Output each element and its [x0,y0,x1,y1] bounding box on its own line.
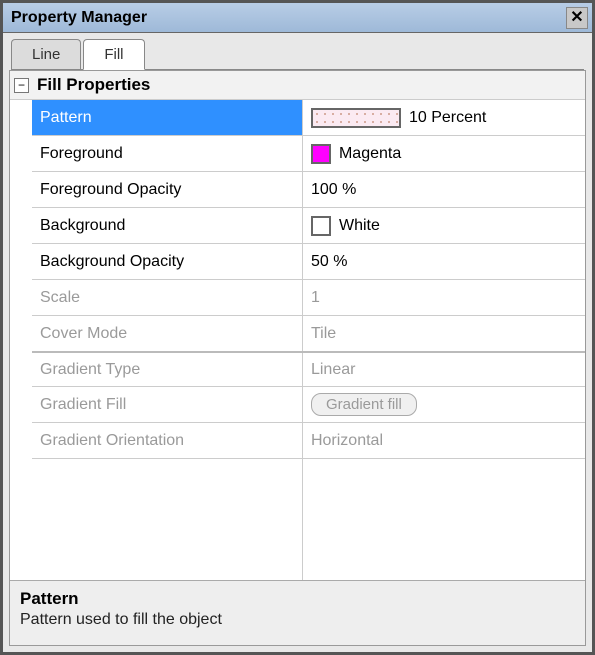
pattern-swatch-icon [311,108,401,128]
tabstrip: Line Fill [3,33,592,69]
prop-label: Scale [32,280,303,315]
prop-value: 1 [303,280,585,315]
prop-value: Linear [303,353,585,386]
prop-value: Gradient fill [303,387,585,422]
prop-value-text: 50 % [311,253,347,271]
prop-value-pattern[interactable]: 10 Percent [303,100,585,135]
prop-value-text: 10 Percent [409,109,486,127]
prop-row-gradient-type: Gradient Type Linear [32,351,585,387]
prop-value-text: Magenta [339,145,401,163]
prop-label: Foreground Opacity [32,172,303,207]
prop-value-empty [303,459,585,580]
collapse-toggle[interactable]: − [14,78,29,93]
prop-value: Tile [303,316,585,351]
prop-label-empty [32,459,303,580]
prop-row-gradient-fill: Gradient Fill Gradient fill [32,387,585,423]
color-swatch-icon [311,144,331,164]
close-icon: ✕ [570,10,583,26]
prop-row-foreground[interactable]: Foreground Magenta [32,136,585,172]
prop-label: Background [32,208,303,243]
prop-label: Pattern [32,100,303,135]
prop-row-background[interactable]: Background White [32,208,585,244]
prop-value-text: Tile [311,325,336,343]
description-title: Pattern [20,589,575,609]
prop-value-background[interactable]: White [303,208,585,243]
color-swatch-icon [311,216,331,236]
prop-row-empty [32,459,585,580]
close-button[interactable]: ✕ [566,7,588,29]
prop-value-text: White [339,217,380,235]
section-header: − Fill Properties [10,71,585,100]
prop-row-foreground-opacity[interactable]: Foreground Opacity 100 % [32,172,585,208]
prop-row-pattern[interactable]: Pattern 10 Percent [32,100,585,136]
content-outer: − Fill Properties Pattern 10 Percent For… [3,70,592,652]
prop-label: Gradient Type [32,353,303,386]
tab-fill[interactable]: Fill [83,39,144,70]
prop-value[interactable]: 50 % [303,244,585,279]
prop-row-gradient-orientation: Gradient Orientation Horizontal [32,423,585,459]
content: − Fill Properties Pattern 10 Percent For… [9,70,586,646]
prop-label: Background Opacity [32,244,303,279]
description-pane: Pattern Pattern used to fill the object [10,580,585,645]
prop-row-background-opacity[interactable]: Background Opacity 50 % [32,244,585,280]
tab-line[interactable]: Line [11,39,81,69]
prop-label: Cover Mode [32,316,303,351]
prop-label: Gradient Orientation [32,423,303,458]
prop-label: Foreground [32,136,303,171]
property-grid: Pattern 10 Percent Foreground Magenta Fo… [10,100,585,580]
prop-value-foreground[interactable]: Magenta [303,136,585,171]
prop-row-scale: Scale 1 [32,280,585,316]
property-manager-window: Property Manager ✕ Line Fill − Fill Prop… [0,0,595,655]
section-title: Fill Properties [37,75,150,95]
prop-row-cover-mode: Cover Mode Tile [32,316,585,352]
prop-value-text: Horizontal [311,432,383,450]
description-text: Pattern used to fill the object [20,611,575,629]
prop-value: Horizontal [303,423,585,458]
prop-value-text: 1 [311,289,320,307]
prop-value-text: Linear [311,361,355,379]
prop-label: Gradient Fill [32,387,303,422]
gradient-fill-button: Gradient fill [311,393,417,416]
minus-icon: − [18,79,25,91]
prop-value[interactable]: 100 % [303,172,585,207]
prop-value-text: 100 % [311,181,356,199]
window-title: Property Manager [11,9,147,27]
titlebar: Property Manager ✕ [3,3,592,33]
